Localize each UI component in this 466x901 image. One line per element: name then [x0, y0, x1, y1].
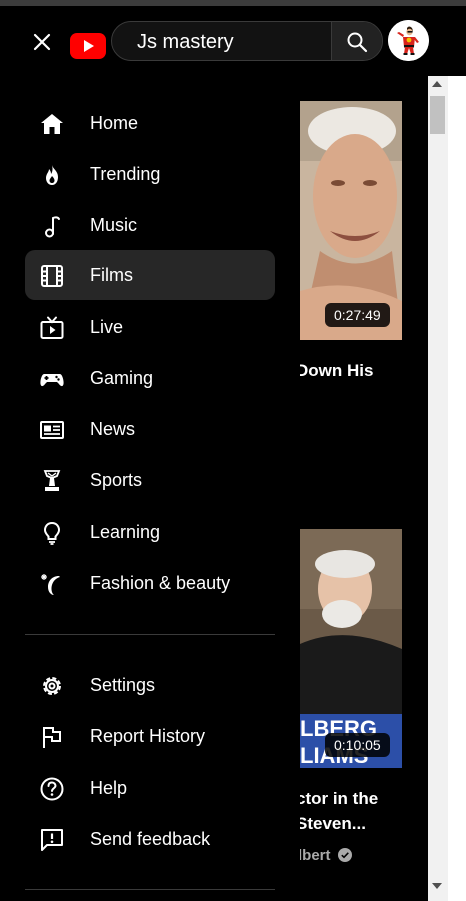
youtube-logo[interactable] [70, 33, 106, 59]
sidebar-item-label: Gaming [90, 368, 154, 388]
sidebar-item-news[interactable]: News [25, 404, 275, 454]
sidebar-item-learning[interactable]: Learning [25, 507, 275, 557]
live-tv-icon [40, 316, 64, 339]
sidebar-item-films[interactable]: Films [25, 250, 275, 300]
sidebar-item-label: Fashion & beauty [90, 573, 231, 593]
youtube-logo-icon [70, 33, 106, 59]
video-duration-badge: 0:27:49 [325, 303, 390, 327]
sidebar-item-live[interactable]: Live [25, 302, 275, 352]
help-icon [40, 777, 64, 801]
sidebar-item-home[interactable]: Home [25, 98, 275, 148]
sidebar-divider [25, 889, 275, 890]
channel-name-text: lbert [300, 847, 331, 864]
video-title[interactable]: Steven... [300, 811, 366, 836]
sidebar-item-label: News [90, 419, 136, 439]
search-input[interactable]: Js mastery [137, 31, 234, 54]
gear-icon [43, 677, 61, 695]
sidebar-item-label: Home [90, 113, 139, 133]
scrollbar-thumb[interactable] [430, 96, 445, 134]
flame-icon [46, 165, 58, 185]
sidebar-item-label: Trending [90, 164, 161, 184]
feedback-icon [41, 829, 63, 851]
hanger-icon [41, 574, 60, 595]
video-thumbnail[interactable]: 0:27:49 [300, 101, 402, 340]
sidebar-item-help[interactable]: Help [25, 763, 275, 813]
sidebar-item-label: Sports [90, 470, 143, 490]
sidebar-item-label: Send feedback [90, 829, 211, 849]
newspaper-icon [40, 421, 64, 439]
close-icon [33, 33, 51, 51]
search-button[interactable] [331, 22, 382, 60]
window-edge [448, 76, 466, 901]
sidebar-item-send-feedback[interactable]: Send feedback [25, 814, 275, 864]
sidebar-item-label: Music [90, 215, 138, 235]
sidebar-item-label: Films [90, 265, 133, 285]
close-menu-button[interactable] [30, 30, 54, 54]
top-header: Js mastery [0, 6, 466, 76]
sidebar: Home Trending Music Films Live Gaming Ne… [0, 76, 300, 901]
flag-icon [43, 727, 61, 748]
sidebar-divider [25, 634, 275, 635]
scroll-down-arrow-icon[interactable] [432, 883, 442, 889]
video-title[interactable]: Down His [300, 358, 373, 383]
sidebar-item-label: Settings [90, 675, 156, 695]
video-title[interactable]: ctor in the [300, 786, 378, 811]
video-thumbnail[interactable]: LBERG LIAMS 0:10:05 [300, 529, 402, 768]
sidebar-item-trending[interactable]: Trending [25, 149, 275, 199]
search-icon [347, 32, 368, 53]
film-icon [41, 265, 63, 287]
scroll-up-arrow-icon[interactable] [432, 81, 442, 87]
sidebar-item-gaming[interactable]: Gaming [25, 353, 275, 403]
sidebar-item-label: Help [90, 778, 128, 798]
sidebar-item-fashion-beauty[interactable]: Fashion & beauty [25, 558, 275, 608]
sidebar-item-settings[interactable]: Settings [25, 660, 275, 710]
music-note-icon [45, 216, 60, 238]
video-duration-badge: 0:10:05 [325, 733, 390, 757]
search-bar: Js mastery [111, 21, 383, 61]
sidebar-item-label: Live [90, 317, 124, 337]
sidebar-item-sports[interactable]: Sports [25, 455, 275, 505]
sidebar-item-report-history[interactable]: Report History [25, 711, 275, 761]
lightbulb-icon [43, 521, 61, 545]
sidebar-item-label: Learning [90, 522, 161, 542]
trophy-icon [43, 470, 61, 491]
avatar[interactable] [388, 20, 429, 61]
home-icon [41, 114, 63, 134]
superhero-avatar-icon [388, 20, 429, 61]
video-feed: 0:27:49 Down His LBERG LIAMS 0:10:05 cto… [300, 76, 428, 901]
page-scrollbar[interactable] [428, 76, 448, 901]
gamepad-icon [40, 374, 64, 387]
verified-check-icon [337, 848, 352, 862]
video-channel-name[interactable]: lbert [300, 847, 352, 864]
sidebar-item-music[interactable]: Music [25, 200, 275, 250]
sidebar-item-label: Report History [90, 726, 206, 746]
